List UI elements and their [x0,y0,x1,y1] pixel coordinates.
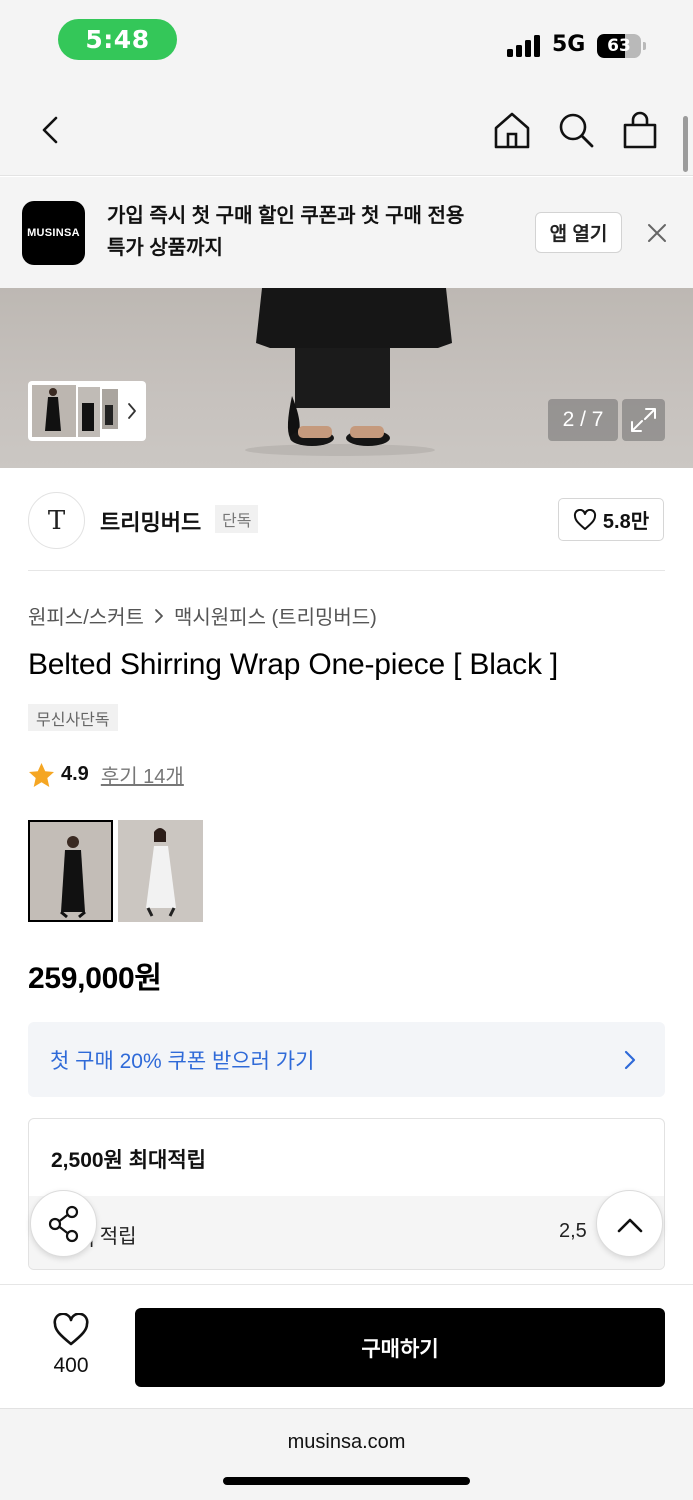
coupon-label: 첫 구매 20% 쿠폰 받으러 가기 [50,1050,315,1073]
heart-icon [573,508,596,530]
browser-url-bar[interactable]: musinsa.com [0,1408,693,1500]
search-icon[interactable] [554,108,598,152]
points-title: 2,500원 최대적립 [51,1149,206,1172]
wishlist-button[interactable]: 400 [30,1311,112,1389]
review-link[interactable]: 후기 14개 [101,760,184,789]
app-download-banner: MUSINSA 가입 즉시 첫 구매 할인 쿠폰과 첫 구매 전용 특가 상품까… [0,177,693,288]
scroll-top-button[interactable] [596,1190,663,1257]
points-detail-row: | 적립 2,5 [29,1196,664,1269]
battery-percent: 63 [607,36,631,56]
purchase-action-bar: 400 구매하기 [0,1284,693,1409]
expand-button[interactable] [622,399,665,441]
wishlist-count: 400 [53,1354,89,1377]
battery-nub [643,42,646,50]
home-icon[interactable] [490,108,534,152]
battery-icon: 63 [597,34,641,58]
chevron-right-icon [155,608,163,623]
rating-row: 4.9 후기 14개 [28,760,184,789]
share-button[interactable] [30,1190,97,1257]
musinsa-exclusive-tag: 무신사단독 [28,704,118,731]
first-purchase-coupon-banner[interactable]: 첫 구매 20% 쿠폰 받으러 가기 [28,1022,665,1097]
close-icon[interactable] [646,222,668,244]
open-app-button[interactable]: 앱 열기 [535,212,622,253]
banner-message: 가입 즉시 첫 구매 할인 쿠폰과 첫 구매 전용 특가 상품까지 [107,200,517,264]
scroll-indicator[interactable] [683,116,688,172]
points-box: 2,500원 최대적립 | 적립 2,5 [28,1118,665,1270]
home-indicator [223,1477,470,1485]
black-dress-thumbnail [30,822,111,920]
network-label: 5G [552,32,586,57]
rating-value: 4.9 [61,763,89,785]
image-counter: 2 / 7 [548,399,618,441]
star-icon [29,762,54,787]
brand-logo[interactable]: T [28,492,85,549]
product-price: 259,000원 [28,962,162,995]
expand-icon [631,408,656,432]
breadcrumb: 원피스/스커트 맥시원피스 (트리밍버드) [28,601,377,630]
musinsa-logo: MUSINSA [22,201,85,265]
url-text[interactable]: musinsa.com [0,1431,693,1454]
brand-like-button[interactable]: 5.8만 [558,498,664,541]
share-icon [48,1205,79,1243]
breadcrumb-category[interactable]: 원피스/스커트 [28,601,144,630]
chevron-left-icon[interactable] [28,108,72,152]
gallery-thumbnails[interactable] [28,381,146,441]
white-dress-thumbnail [118,820,203,922]
shopping-bag-icon[interactable] [618,108,662,152]
banner-line-2: 특가 상품까지 [107,237,223,259]
status-bar: 5:48 5G 63 [0,0,693,88]
breadcrumb-subcategory[interactable]: 맥시원피스 (트리밍버드) [174,601,377,630]
divider [28,570,665,571]
brand-like-count: 5.8만 [602,511,650,533]
chevron-right-icon [624,1050,636,1070]
signal-icon [507,35,543,57]
chevron-up-icon [617,1218,643,1233]
thumbnail-strip [32,385,136,437]
exclusive-tag: 단독 [215,505,259,533]
color-option-white[interactable] [118,820,203,922]
banner-line-1: 가입 즉시 첫 구매 할인 쿠폰과 첫 구매 전용 [107,205,465,227]
color-option-black[interactable] [28,820,113,922]
product-title: Belted Shirring Wrap One-piece [ Black ] [28,648,559,681]
brand-name[interactable]: 트리밍버드 [100,505,201,537]
status-time: 5:48 [58,19,177,60]
buy-button[interactable]: 구매하기 [135,1308,665,1387]
heart-icon [53,1313,89,1346]
points-detail-value: 2,5 [559,1220,587,1242]
nav-bar [0,88,693,176]
